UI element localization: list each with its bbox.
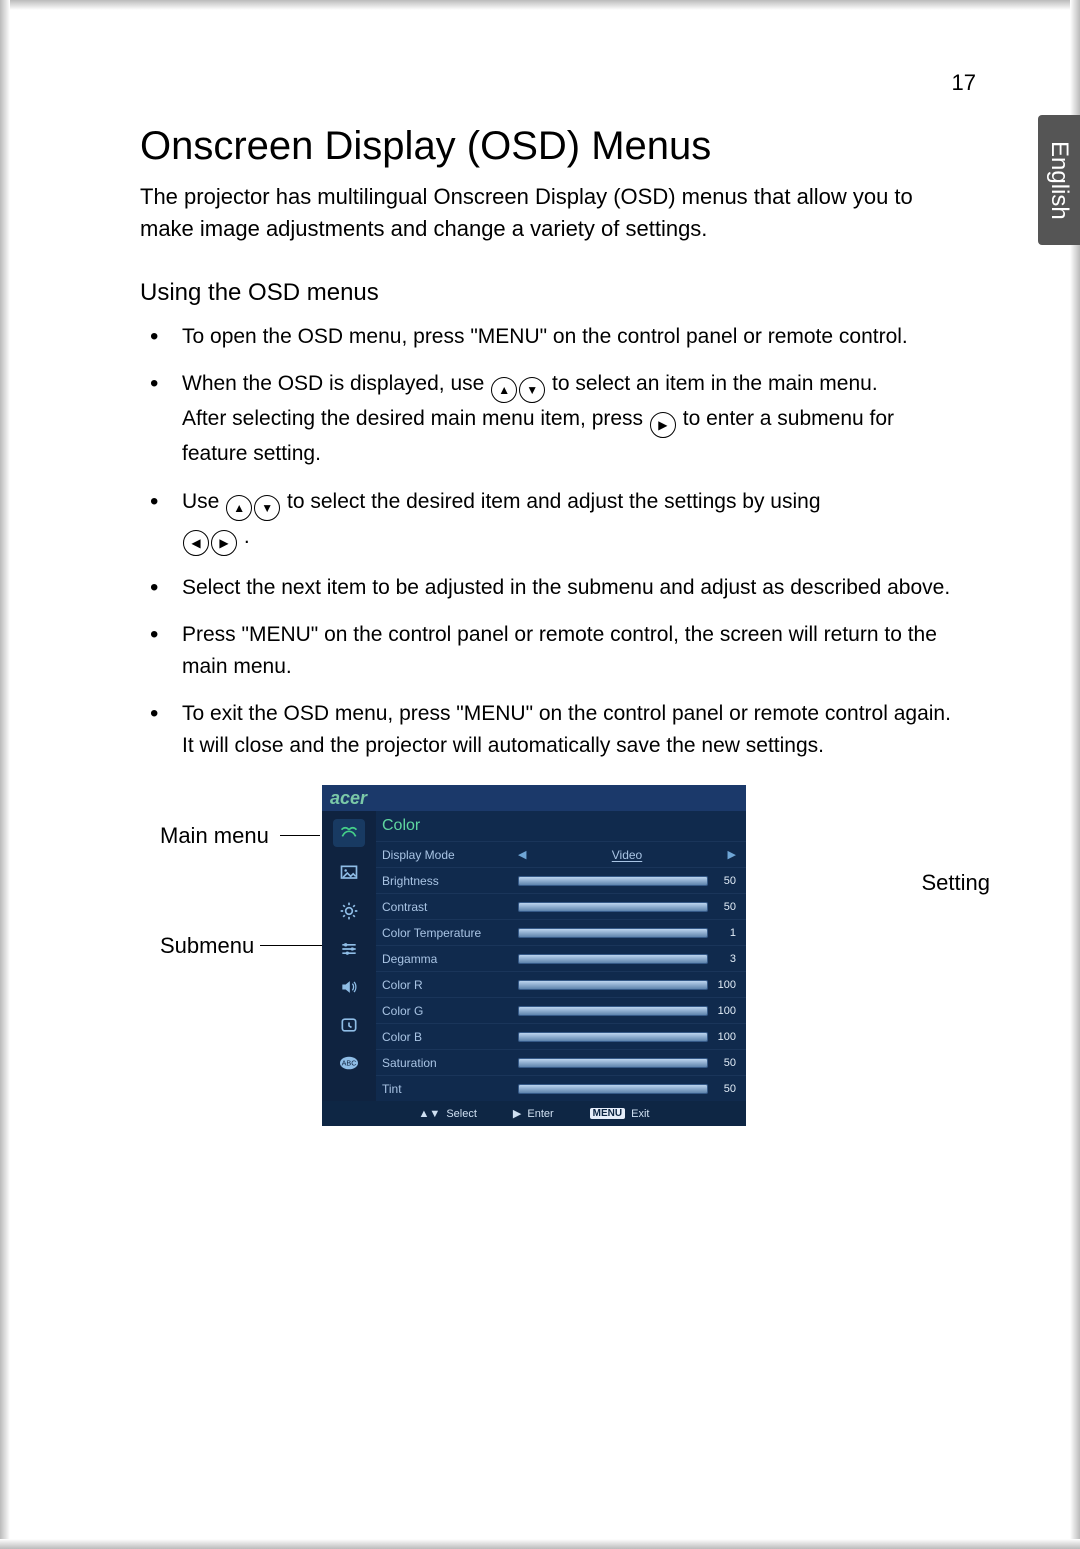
- osd-diagram: Main menu Submenu Setting acer: [140, 785, 980, 1145]
- right-arrow-icon[interactable]: ▶: [728, 848, 736, 861]
- footer-exit: Exit: [631, 1108, 649, 1120]
- osd-row-label: Color Temperature: [382, 926, 518, 940]
- osd-row-label: Tint: [382, 1082, 518, 1096]
- osd-sidebar: ABC: [322, 811, 376, 1101]
- bullet-item: Press "MENU" on the control panel or rem…: [176, 619, 956, 682]
- osd-slider[interactable]: [518, 1058, 708, 1068]
- osd-row[interactable]: Brightness 50: [376, 867, 746, 893]
- timer-icon[interactable]: [335, 1013, 363, 1037]
- bullet-text: .: [244, 525, 250, 548]
- osd-slider[interactable]: [518, 1084, 708, 1094]
- osd-brand: acer: [322, 785, 746, 811]
- osd-slider-value: 100: [714, 979, 736, 991]
- osd-main-panel: Color Display Mode◀Video▶Brightness50Con…: [376, 811, 746, 1101]
- bullet-item: Select the next item to be adjusted in t…: [176, 572, 956, 604]
- footer-enter: Enter: [527, 1108, 553, 1120]
- updown-icon: ▲▼: [419, 1108, 441, 1120]
- osd-slider[interactable]: [518, 876, 708, 886]
- bullet-text: to select an item in the main menu.: [552, 372, 878, 395]
- image-icon[interactable]: [335, 861, 363, 885]
- osd-slider-value: 100: [714, 1005, 736, 1017]
- intro-text: The projector has multilingual Onscreen …: [140, 181, 920, 245]
- language-icon[interactable]: ABC: [335, 1051, 363, 1075]
- callout-line: [280, 835, 320, 836]
- setting-icon[interactable]: [335, 937, 363, 961]
- osd-slider[interactable]: [518, 928, 708, 938]
- osd-slider-value: 50: [714, 875, 736, 887]
- bullet-item: Use ▲▼ to select the desired item and ad…: [176, 486, 956, 556]
- osd-select-value: Video: [532, 848, 721, 862]
- osd-slider-value: 50: [714, 901, 736, 913]
- color-icon[interactable]: [333, 819, 365, 847]
- osd-row[interactable]: Color R 100: [376, 971, 746, 997]
- osd-submenu-title: Color: [376, 811, 746, 841]
- osd-slider[interactable]: [518, 1032, 708, 1042]
- osd-slider-value: 50: [714, 1057, 736, 1069]
- osd-row[interactable]: Tint 50: [376, 1075, 746, 1101]
- osd-row-label: Color R: [382, 978, 518, 992]
- left-arrow-icon[interactable]: ◀: [518, 848, 526, 861]
- osd-row-label: Display Mode: [382, 848, 518, 862]
- osd-row-label: Brightness: [382, 874, 518, 888]
- osd-slider[interactable]: [518, 954, 708, 964]
- bullet-item: To open the OSD menu, press "MENU" on th…: [176, 321, 956, 353]
- right-arrow-icon: ▶: [650, 412, 676, 438]
- down-arrow-icon: ▼: [519, 377, 545, 403]
- osd-row-label: Contrast: [382, 900, 518, 914]
- left-arrow-icon: ◀: [183, 530, 209, 556]
- page-number: 17: [952, 70, 976, 96]
- right-arrow-icon: ▶: [211, 530, 237, 556]
- osd-footer: ▲▼ Select ▶ Enter MENU Exit: [322, 1101, 746, 1126]
- callout-submenu: Submenu: [160, 933, 254, 959]
- bullet-text: to select the desired item and adjust th…: [287, 490, 820, 513]
- osd-slider-value: 100: [714, 1031, 736, 1043]
- osd-row[interactable]: Saturation 50: [376, 1049, 746, 1075]
- menu-key-icon: MENU: [590, 1108, 625, 1119]
- osd-window: acer: [322, 785, 746, 1126]
- page-title: Onscreen Display (OSD) Menus: [140, 124, 980, 169]
- osd-row-label: Saturation: [382, 1056, 518, 1070]
- management-icon[interactable]: [335, 899, 363, 923]
- osd-slider-value: 1: [714, 927, 736, 939]
- footer-select: Select: [446, 1108, 477, 1120]
- bullet-text: Use: [182, 490, 225, 513]
- bullet-item: To exit the OSD menu, press "MENU" on th…: [176, 698, 956, 761]
- osd-row[interactable]: Color Temperature 1: [376, 919, 746, 945]
- up-arrow-icon: ▲: [226, 495, 252, 521]
- callout-setting: Setting: [922, 870, 991, 896]
- osd-row[interactable]: Color G 100: [376, 997, 746, 1023]
- osd-row[interactable]: Display Mode◀ Video ▶: [376, 841, 746, 867]
- osd-slider[interactable]: [518, 1006, 708, 1016]
- osd-row[interactable]: Degamma 3: [376, 945, 746, 971]
- right-arrow-icon: ▶: [513, 1107, 521, 1120]
- section-subtitle: Using the OSD menus: [140, 279, 980, 307]
- up-arrow-icon: ▲: [491, 377, 517, 403]
- osd-slider-value: 3: [714, 953, 736, 965]
- osd-row-label: Color G: [382, 1004, 518, 1018]
- bullet-text: After selecting the desired main menu it…: [182, 407, 649, 430]
- audio-icon[interactable]: [335, 975, 363, 999]
- callout-main-menu: Main menu: [160, 823, 269, 849]
- bullet-text: When the OSD is displayed, use: [182, 372, 490, 395]
- osd-slider[interactable]: [518, 980, 708, 990]
- osd-row[interactable]: Color B 100: [376, 1023, 746, 1049]
- osd-slider[interactable]: [518, 902, 708, 912]
- osd-row-label: Color B: [382, 1030, 518, 1044]
- language-tab: English: [1038, 115, 1080, 245]
- osd-row-label: Degamma: [382, 952, 518, 966]
- osd-row[interactable]: Contrast 50: [376, 893, 746, 919]
- osd-slider-value: 50: [714, 1083, 736, 1095]
- bullet-item: When the OSD is displayed, use ▲▼ to sel…: [176, 368, 956, 470]
- down-arrow-icon: ▼: [254, 495, 280, 521]
- svg-text:ABC: ABC: [342, 1059, 357, 1068]
